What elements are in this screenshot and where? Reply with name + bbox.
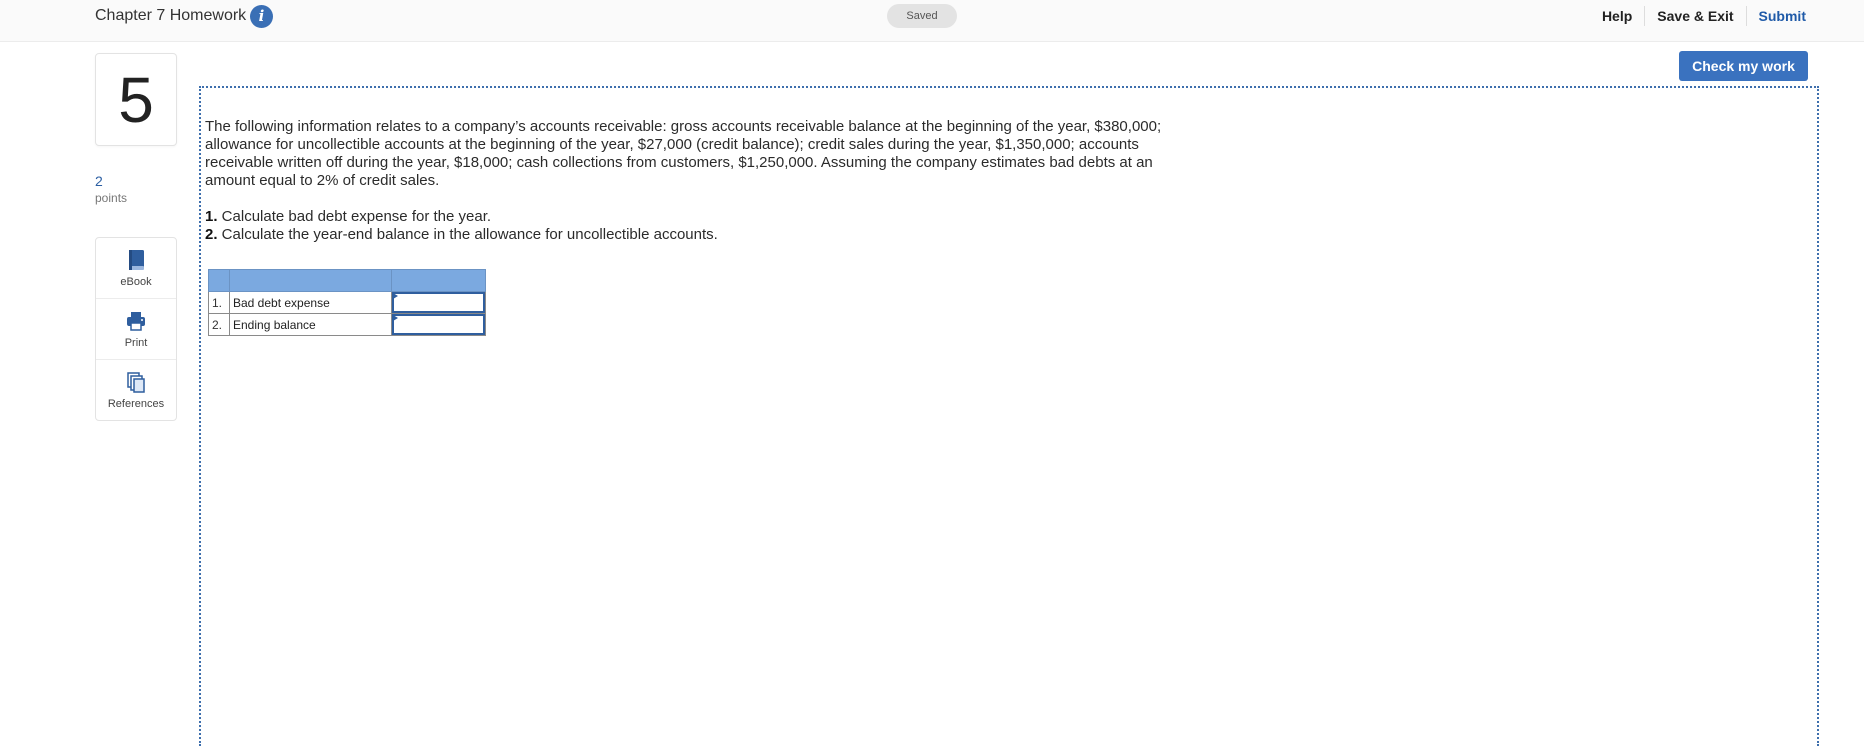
printer-icon [127,312,145,331]
points-label: points [95,191,128,205]
header-cell-value [391,269,486,292]
table-row: 2. Ending balance [208,313,486,336]
header-cell-label [229,269,392,292]
bad-debt-expense-input[interactable] [392,292,485,313]
table-row: 1. Bad debt expense [208,291,486,314]
question-number-box: 5 [95,53,177,146]
book-icon [129,250,144,270]
question-steps: 1. Calculate bad debt expense for the ye… [205,208,1165,244]
help-link[interactable]: Help [1590,6,1646,26]
answer-table-header [208,269,486,292]
answer-table: 1. Bad debt expense 2. Ending balance [208,269,486,336]
check-my-work-button[interactable]: Check my work [1679,51,1808,81]
row-1-input-cell [391,291,486,314]
points-value: 2 [95,173,103,189]
top-links: Help Save & Exit Submit [1590,6,1806,26]
step-1-number: 1. [205,208,218,225]
ebook-button[interactable]: eBook [96,238,176,299]
row-1-label: Bad debt expense [229,291,392,314]
print-button[interactable]: Print [96,299,176,360]
question-text: The following information relates to a c… [205,118,1162,189]
top-bar: Chapter 7 Homework i Saved Help Save & E… [0,0,1864,42]
step-2-number: 2. [205,226,218,243]
assignment-title: Chapter 7 Homework [95,7,247,24]
ending-balance-input[interactable] [392,314,485,335]
saved-status-badge: Saved [887,4,957,28]
ebook-label: eBook [120,276,152,288]
submit-link[interactable]: Submit [1747,6,1806,26]
tools-panel: eBook Print References [95,237,177,421]
header-cell-num [208,269,230,292]
documents-icon [127,372,145,393]
row-2-number: 2. [208,313,230,336]
references-button[interactable]: References [96,360,176,421]
question-number: 5 [118,64,154,136]
print-label: Print [124,337,148,349]
step-2: 2. Calculate the year-end balance in the… [205,226,1165,244]
cell-marker-icon [393,315,398,321]
cell-marker-icon [393,293,398,299]
row-2-label: Ending balance [229,313,392,336]
row-2-input-cell [391,313,486,336]
row-1-number: 1. [208,291,230,314]
info-icon[interactable]: i [250,5,273,28]
step-2-text: Calculate the year-end balance in the al… [217,226,718,243]
step-1-text: Calculate bad debt expense for the year. [217,208,492,225]
step-1: 1. Calculate bad debt expense for the ye… [205,208,1165,226]
save-exit-link[interactable]: Save & Exit [1645,6,1747,26]
references-label: References [107,398,165,410]
